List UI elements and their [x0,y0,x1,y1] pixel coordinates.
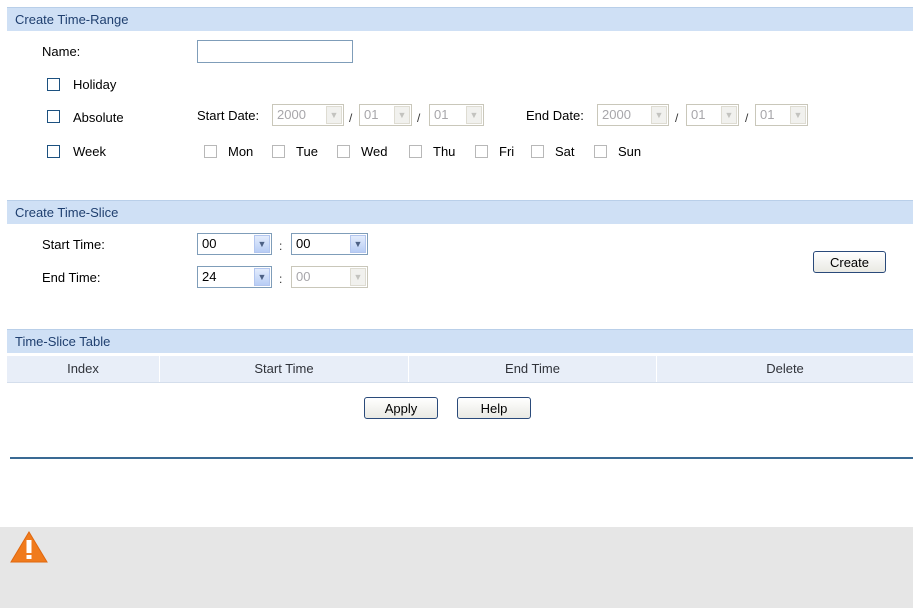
date-separator: / [349,111,353,125]
name-label: Name: [42,44,81,59]
day-label-fri: Fri [499,144,515,159]
end-minute-select[interactable]: 00 ▼ [291,266,368,288]
column-header-index: Index [7,356,160,382]
time-separator: : [279,272,283,286]
time-separator: : [279,239,283,253]
day-label-mon: Mon [228,144,254,159]
chevron-down-icon: ▼ [651,106,667,124]
end-day-select[interactable]: 01 ▼ [755,104,808,126]
day-checkbox-sat[interactable] [531,145,544,158]
date-separator: / [417,111,421,125]
day-checkbox-tue[interactable] [272,145,285,158]
apply-button[interactable]: Apply [364,397,438,419]
holiday-label: Holiday [73,77,117,92]
start-day-select[interactable]: 01 ▼ [429,104,484,126]
chevron-down-icon: ▼ [326,106,342,124]
day-checkbox-mon[interactable] [204,145,217,158]
holiday-checkbox[interactable] [47,78,60,91]
warning-icon [10,531,48,566]
chevron-down-icon: ▼ [790,106,806,124]
name-input[interactable] [197,40,353,63]
time-slice-header: Create Time-Slice [7,200,913,224]
start-time-label: Start Time: [42,237,105,252]
day-label-tue: Tue [296,144,318,159]
chevron-down-icon: ▼ [394,106,410,124]
absolute-label: Absolute [73,110,124,125]
day-label-sun: Sun [618,144,642,159]
day-checkbox-sun[interactable] [594,145,607,158]
column-header-start-time: Start Time [160,356,409,382]
day-label-thu: Thu [433,144,456,159]
date-separator: / [745,111,749,125]
column-header-end-time: End Time [409,356,657,382]
week-label: Week [73,144,106,159]
create-button[interactable]: Create [813,251,886,273]
end-month-select[interactable]: 01 ▼ [686,104,739,126]
chevron-down-icon: ▼ [254,268,270,286]
start-minute-select[interactable]: 00 ▼ [291,233,368,255]
chevron-down-icon: ▼ [350,235,366,253]
chevron-down-icon: ▼ [721,106,737,124]
date-separator: / [675,111,679,125]
note-panel [0,527,913,608]
day-checkbox-fri[interactable] [475,145,488,158]
chevron-down-icon: ▼ [350,268,366,286]
column-header-delete: Delete [766,361,804,376]
day-label-sat: Sat [555,144,575,159]
table-header-row: Index Start Time End Time Delete [7,356,913,383]
day-label-wed: Wed [361,144,388,159]
start-date-label: Start Date: [197,108,260,123]
start-year-select[interactable]: 2000 ▼ [272,104,344,126]
end-date-label: End Date: [526,108,584,123]
chevron-down-icon: ▼ [466,106,482,124]
end-hour-select[interactable]: 24 ▼ [197,266,272,288]
end-time-label: End Time: [42,270,101,285]
time-range-header: Create Time-Range [7,7,913,31]
end-year-select[interactable]: 2000 ▼ [597,104,669,126]
time-slice-table-header: Time-Slice Table [7,329,913,353]
week-checkbox[interactable] [47,145,60,158]
day-checkbox-thu[interactable] [409,145,422,158]
start-hour-select[interactable]: 00 ▼ [197,233,272,255]
chevron-down-icon: ▼ [254,235,270,253]
start-month-select[interactable]: 01 ▼ [359,104,412,126]
help-button[interactable]: Help [457,397,531,419]
absolute-checkbox[interactable] [47,110,60,123]
day-checkbox-wed[interactable] [337,145,350,158]
divider [10,457,913,459]
